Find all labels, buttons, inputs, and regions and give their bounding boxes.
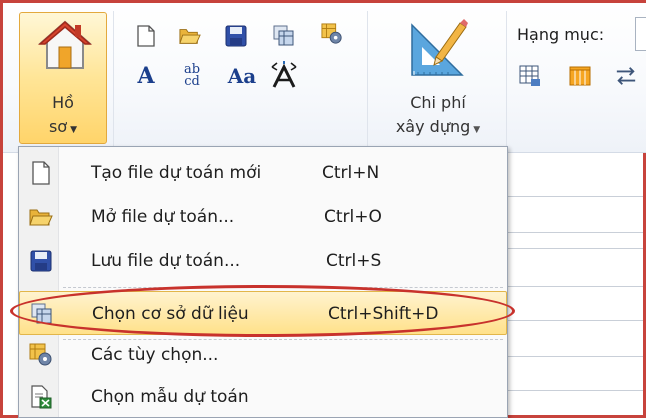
grid-insert-icon[interactable] bbox=[519, 65, 541, 87]
ribbon-separator bbox=[367, 11, 368, 149]
options-gear-icon bbox=[29, 343, 53, 367]
chi-phi-xay-dung-button[interactable]: Chi phí xây dựng ▼ bbox=[374, 15, 502, 147]
grid-line bbox=[506, 320, 643, 321]
hang-muc-label: Hạng mục: bbox=[517, 25, 605, 44]
grid-line bbox=[506, 390, 643, 391]
grid-line bbox=[506, 248, 643, 249]
save-disk-icon bbox=[29, 249, 53, 273]
template-excel-icon bbox=[29, 385, 53, 409]
menu-item-shortcut: Ctrl+O bbox=[324, 207, 382, 227]
menu-item-label: Chọn cơ sở dữ liệu bbox=[92, 304, 249, 324]
ho-so-label-line1: Hồ bbox=[52, 93, 74, 112]
grid-line bbox=[506, 196, 643, 197]
menu-item-shortcut: Ctrl+S bbox=[326, 251, 382, 271]
home-icon bbox=[38, 19, 92, 71]
open-folder-icon[interactable] bbox=[179, 25, 201, 47]
drafting-triangle-pencil-icon bbox=[406, 17, 470, 79]
new-file-icon[interactable] bbox=[135, 25, 157, 47]
new-file-icon bbox=[29, 161, 53, 185]
menu-item-label: Các tùy chọn... bbox=[91, 345, 219, 365]
chi-phi-label-line1: Chi phí bbox=[410, 93, 466, 112]
menu-item-chon-co-so-du-lieu[interactable]: Chọn cơ sở dữ liệu Ctrl+Shift+D bbox=[19, 291, 507, 335]
menu-divider bbox=[63, 287, 503, 288]
font-a-icon[interactable]: A bbox=[135, 63, 157, 89]
hang-muc-dropdown[interactable] bbox=[635, 17, 646, 51]
ribbon-separator bbox=[113, 11, 114, 149]
ribbon: Hồ sơ ▼ A ab cd Aa Chi phí xây dựng ▼ Hạ… bbox=[3, 3, 646, 153]
menu-item-mo-file[interactable]: Mở file dự toán... Ctrl+O bbox=[19, 195, 507, 239]
menu-item-tao-file-moi[interactable]: Tạo file dự toán mới Ctrl+N bbox=[19, 151, 507, 195]
options-gear-icon[interactable] bbox=[321, 23, 343, 45]
swap-arrows-icon[interactable] bbox=[615, 65, 637, 87]
chi-phi-label-line2: xây dựng ▼ bbox=[395, 117, 481, 136]
ho-so-button[interactable]: Hồ sơ ▼ bbox=[19, 12, 107, 144]
menu-item-label: Mở file dự toán... bbox=[91, 207, 235, 227]
menu-item-label: Chọn mẫu dự toán bbox=[91, 387, 249, 407]
grid-line bbox=[506, 232, 643, 233]
ho-so-label-line2: sơ ▼ bbox=[48, 117, 78, 136]
grid-line bbox=[506, 356, 643, 357]
font-case-aa-icon[interactable]: Aa bbox=[225, 64, 259, 88]
menu-item-label: Tạo file dự toán mới bbox=[91, 163, 262, 183]
menu-item-shortcut: Ctrl+Shift+D bbox=[328, 304, 439, 324]
menu-item-luu-file[interactable]: Lưu file dự toán... Ctrl+S bbox=[19, 239, 507, 283]
menu-item-chon-mau-du-toan[interactable]: Chọn mẫu dự toán bbox=[19, 375, 507, 418]
expand-arrows-icon[interactable] bbox=[271, 61, 297, 89]
ho-so-dropdown-menu: Tạo file dự toán mới Ctrl+N Mở file dự t… bbox=[18, 146, 508, 418]
open-folder-icon bbox=[29, 205, 53, 229]
save-disk-icon[interactable] bbox=[225, 25, 247, 47]
columns-orange-icon[interactable] bbox=[569, 65, 591, 87]
ab-cd-icon[interactable]: ab cd bbox=[180, 61, 204, 91]
database-select-icon bbox=[30, 302, 54, 326]
ribbon-separator bbox=[506, 11, 507, 149]
menu-item-label: Lưu file dự toán... bbox=[91, 251, 241, 271]
menu-item-cac-tuy-chon[interactable]: Các tùy chọn... bbox=[19, 333, 507, 377]
menu-item-shortcut: Ctrl+N bbox=[322, 163, 380, 183]
database-select-icon[interactable] bbox=[273, 25, 295, 47]
chevron-down-icon: ▼ bbox=[70, 125, 78, 135]
chevron-down-icon: ▼ bbox=[473, 125, 481, 135]
grid-line bbox=[506, 286, 643, 287]
